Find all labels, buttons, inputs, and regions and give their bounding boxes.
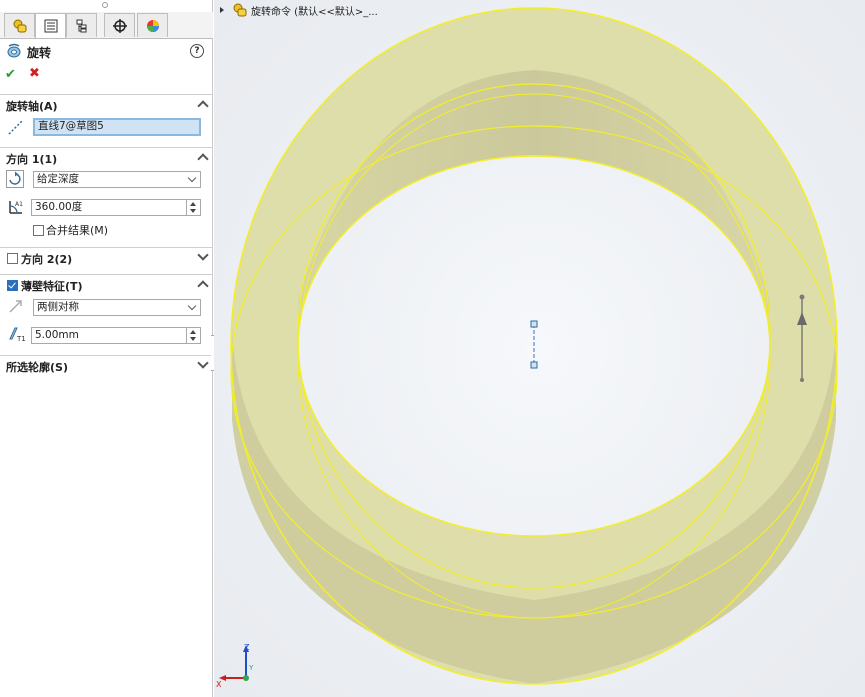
angle-value: 360.00度	[35, 201, 83, 213]
thickness-input[interactable]: 5.00mm	[31, 327, 201, 344]
coordinate-triad-icon: Z X Y	[216, 643, 254, 689]
triad-x-label: X	[216, 680, 222, 689]
feature-manager-icon	[13, 19, 26, 32]
reverse-direction-icon[interactable]	[6, 170, 24, 188]
expand-chevron-icon[interactable]	[197, 357, 209, 369]
panel-grip-icon[interactable]	[102, 2, 108, 8]
direction2-checkbox[interactable]	[7, 253, 18, 264]
revolved-ring-model[interactable]	[214, 0, 865, 697]
section-direction1-label: 方向 1(1)	[6, 153, 58, 166]
axis-selection-field[interactable]: 直线7@草图5	[33, 118, 201, 136]
tab-feature-manager[interactable]	[4, 13, 35, 37]
thickness-value: 5.00mm	[35, 329, 79, 341]
collapse-chevron-icon[interactable]	[197, 280, 209, 292]
collapse-chevron-icon[interactable]	[197, 153, 209, 165]
section-thin-feature-header[interactable]: 薄壁特征(T)	[0, 274, 213, 294]
help-icon[interactable]: ?	[190, 44, 204, 58]
section-selected-contours-header[interactable]: 所选轮廓(S)	[0, 355, 213, 375]
end-condition-select[interactable]: 给定深度	[33, 171, 201, 188]
display-manager-icon	[146, 19, 159, 32]
thin-type-select[interactable]: 两侧对称	[33, 299, 201, 316]
triad-z-label: Z	[244, 643, 250, 652]
property-manager-panel: 旋转 ? ✔ ✖ 旋转轴(A) 直线7@草图5 方向 1(1) 给定深度 A1 …	[0, 0, 213, 697]
section-direction2-label: 方向 2(2)	[21, 253, 73, 266]
property-manager-icon	[44, 19, 57, 33]
triad-y-label: Y	[248, 664, 254, 672]
thickness-icon: T1	[9, 327, 25, 343]
tab-property-manager[interactable]	[35, 13, 66, 38]
manager-tab-bar	[0, 12, 213, 39]
graphics-viewport[interactable]: 旋转命令 (默认<<默认>_... Z X Y	[214, 0, 865, 697]
merge-result-checkbox[interactable]	[33, 225, 44, 236]
merge-result-label: 合并结果(M)	[46, 224, 109, 237]
thin-direction-icon[interactable]	[7, 297, 25, 315]
axis-endpoint-handle	[530, 361, 538, 369]
collapse-chevron-icon[interactable]	[197, 100, 209, 112]
dimxpert-icon	[112, 18, 127, 33]
section-direction2-header[interactable]: 方向 2(2)	[0, 247, 213, 267]
feature-header: 旋转 ?	[6, 43, 206, 61]
section-axis-header[interactable]: 旋转轴(A)	[0, 94, 213, 114]
section-thin-feature-label: 薄壁特征(T)	[21, 280, 83, 293]
expand-chevron-icon[interactable]	[197, 249, 209, 261]
axis-endpoint-handle	[530, 320, 538, 328]
cancel-button[interactable]: ✖	[29, 66, 40, 81]
angle-spinner[interactable]	[186, 200, 200, 215]
thin-type-value: 两侧对称	[37, 301, 79, 313]
svg-text:T1: T1	[16, 335, 25, 343]
thickness-spinner[interactable]	[186, 328, 200, 343]
feature-title: 旋转	[27, 46, 52, 60]
tab-display-manager[interactable]	[137, 13, 168, 37]
axis-line-icon	[8, 119, 24, 135]
thin-feature-checkbox[interactable]	[7, 280, 18, 291]
ok-button[interactable]: ✔	[5, 67, 16, 82]
svg-text:A1: A1	[15, 201, 23, 208]
configuration-manager-icon	[76, 19, 86, 32]
chevron-down-icon	[187, 301, 197, 311]
angle-icon: A1	[9, 201, 23, 214]
chevron-down-icon	[187, 173, 197, 183]
tab-configuration-manager[interactable]	[66, 13, 97, 37]
revolve-icon	[7, 43, 21, 58]
angle-input[interactable]: 360.00度	[31, 199, 201, 216]
section-axis-label: 旋转轴(A)	[6, 100, 58, 113]
section-direction1-header[interactable]: 方向 1(1)	[0, 147, 213, 167]
end-condition-value: 给定深度	[37, 173, 79, 185]
tab-dimxpert-manager[interactable]	[104, 13, 135, 37]
section-selected-contours-label: 所选轮廓(S)	[6, 361, 68, 374]
